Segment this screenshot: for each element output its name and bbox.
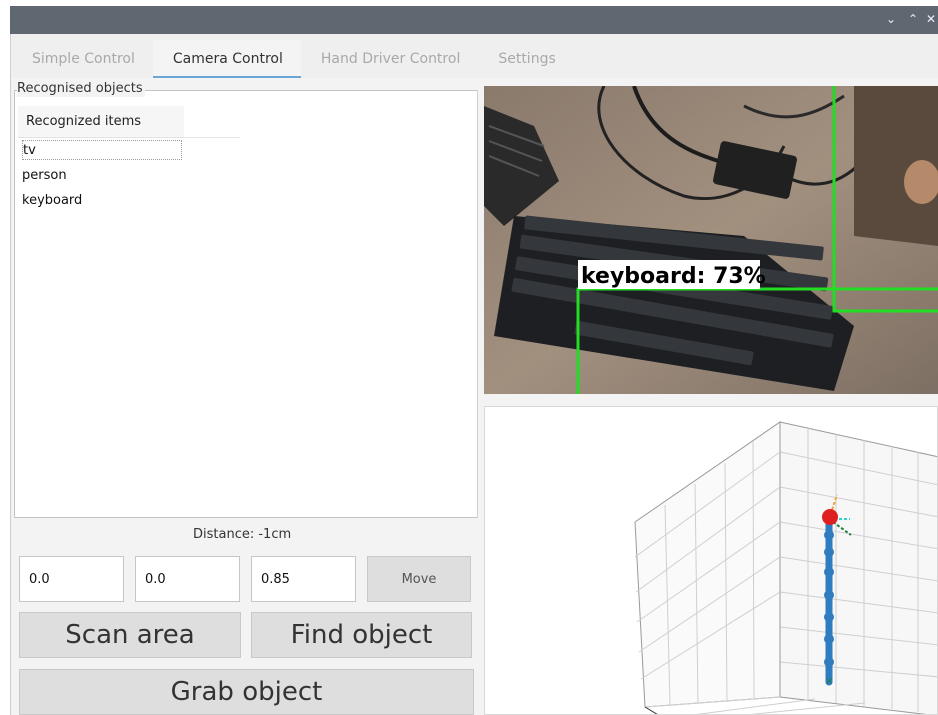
distance-readout: Distance: -1cm [193, 527, 292, 542]
camera-feed: keyboard: 73% [484, 86, 938, 394]
camera-frame-image: keyboard: 73% [484, 86, 938, 394]
maximize-icon[interactable]: ⌃ [908, 11, 918, 27]
z-coordinate-input[interactable] [251, 556, 356, 602]
recognised-objects-title: Recognised objects [17, 81, 145, 97]
find-object-button[interactable]: Find object [251, 612, 472, 658]
header-divider [184, 137, 240, 138]
detection-label: keyboard: 73% [581, 264, 766, 289]
window-titlebar: ⌄ ⌃ ✕ [10, 6, 938, 34]
y-coordinate-input[interactable] [135, 556, 240, 602]
tab-simple-control[interactable]: Simple Control [12, 40, 153, 78]
list-item-person[interactable]: person [22, 166, 67, 186]
tab-settings[interactable]: Settings [478, 40, 573, 78]
arm-3d-plot: × [484, 406, 938, 715]
x-coordinate-input[interactable] [19, 556, 124, 602]
tab-bar: Simple Control Camera Control Hand Drive… [12, 40, 574, 78]
tab-hand-driver-control[interactable]: Hand Driver Control [301, 40, 478, 78]
recognized-items-column-header[interactable]: Recognized items [18, 106, 184, 138]
scan-area-button[interactable]: Scan area [19, 612, 241, 658]
move-button[interactable]: Move [367, 556, 471, 602]
minimize-icon[interactable]: ⌄ [886, 11, 896, 27]
grab-object-button[interactable]: Grab object [19, 669, 474, 715]
list-item-tv[interactable]: tv [22, 140, 182, 160]
close-icon[interactable]: ✕ [926, 11, 936, 27]
list-item-keyboard[interactable]: keyboard [22, 191, 82, 211]
arm-3d-plot-canvas: × [634, 421, 937, 714]
svg-text:×: × [825, 676, 833, 687]
tab-camera-control[interactable]: Camera Control [152, 40, 301, 78]
